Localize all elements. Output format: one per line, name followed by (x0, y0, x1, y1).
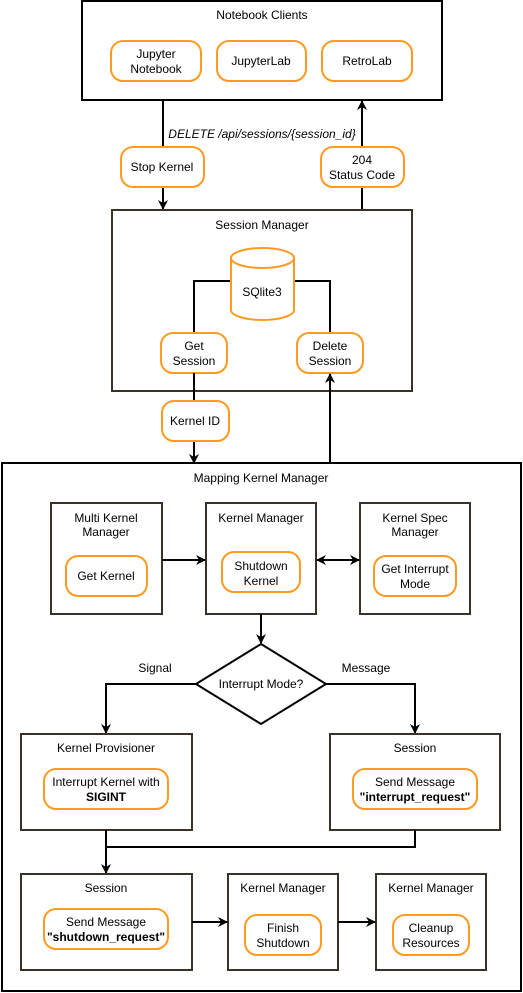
message-label: Message (342, 661, 391, 675)
box-title: Kernel Manager (218, 511, 303, 525)
node-label: Kernel ID (170, 414, 220, 428)
node-label: Status Code (329, 168, 395, 182)
session-shutdown-box: Session Send Message "shutdown_request" (20, 873, 193, 971)
status-code-node: 204 Status Code (320, 146, 405, 188)
signal-label: Signal (138, 661, 171, 675)
node-label: Session (173, 354, 216, 368)
box-title: Kernel Spec (382, 511, 447, 525)
stop-kernel-node: Stop Kernel (120, 146, 205, 188)
jupyter-notebook-node: Jupyter Notebook (110, 40, 202, 82)
kernel-manager-box: Kernel Manager Shutdown Kernel (205, 502, 317, 615)
node-label: Finish (267, 921, 299, 935)
mapping-kernel-manager-title: Mapping Kernel Manager (194, 471, 329, 485)
box-title: Multi Kernel (74, 511, 137, 525)
box-title: Session (394, 741, 437, 755)
delete-session-node: Delete Session (296, 332, 364, 374)
kernel-provisioner-box: Kernel Provisioner Interrupt Kernel with… (20, 733, 193, 831)
node-label: Cleanup (409, 921, 454, 935)
node-label: Get Interrupt (381, 562, 449, 576)
node-label: Notebook (130, 62, 182, 76)
node-label: Shutdown (256, 936, 309, 950)
box-title: Manager (82, 525, 129, 539)
node-label: "interrupt_request" (360, 790, 471, 804)
node-label: Delete (313, 339, 348, 353)
box-title: Kernel Manager (388, 881, 473, 895)
decision-label: Interrupt Mode? (219, 677, 304, 691)
node-label: RetroLab (342, 54, 392, 68)
kernel-shutdown-diagram: Notebook Clients Jupyter Notebook Jupyte… (1, 0, 522, 992)
node-label: Stop Kernel (131, 160, 194, 174)
node-label: Get (184, 339, 204, 353)
box-title: Session (85, 881, 128, 895)
node-label: "shutdown_request" (47, 930, 165, 944)
node-label: Send Message (66, 915, 146, 929)
node-label: Session (309, 354, 352, 368)
node-label: JupyterLab (231, 54, 291, 68)
multi-kernel-manager-box: Multi Kernel Manager Get Kernel (50, 502, 163, 615)
request-label: DELETE /api/sessions/{session_id} (168, 127, 355, 141)
node-label: Resources (402, 936, 459, 950)
node-label: Jupyter (136, 47, 175, 61)
session-interrupt-box: Session Send Message "interrupt_request" (329, 733, 501, 831)
session-manager-box: Session Manager SQlite3 Get Session Dele… (111, 209, 413, 392)
box-title: Kernel Manager (240, 881, 325, 895)
node-label: 204 (352, 153, 372, 167)
node-label: Get Kernel (77, 569, 134, 583)
retrolab-node: RetroLab (321, 40, 413, 82)
sqlite-database-icon: SQlite3 (230, 247, 295, 321)
kernel-spec-manager-box: Kernel Spec Manager Get Interrupt Mode (359, 502, 471, 615)
node-label: Shutdown (234, 559, 287, 573)
mapping-kernel-manager-box: Mapping Kernel Manager Multi Kernel Mana… (1, 462, 522, 992)
kernel-manager-cleanup-box: Kernel Manager Cleanup Resources (375, 873, 487, 971)
get-session-node: Get Session (160, 332, 228, 374)
node-label: Interrupt Kernel with (52, 775, 159, 789)
node-label: Send Message (375, 775, 455, 789)
jupyterlab-node: JupyterLab (216, 40, 307, 82)
node-label: Kernel (244, 574, 279, 588)
node-label: SIGINT (86, 790, 127, 804)
box-title: Kernel Provisioner (57, 741, 155, 755)
session-manager-title: Session Manager (215, 218, 308, 232)
notebook-clients-title: Notebook Clients (216, 8, 307, 22)
kernel-id-node: Kernel ID (161, 400, 230, 442)
notebook-clients-box: Notebook Clients Jupyter Notebook Jupyte… (81, 0, 443, 101)
box-title: Manager (391, 525, 438, 539)
db-label: SQlite3 (242, 285, 282, 299)
kernel-manager-finish-box: Kernel Manager Finish Shutdown (227, 873, 339, 971)
node-label: Mode (400, 577, 430, 591)
